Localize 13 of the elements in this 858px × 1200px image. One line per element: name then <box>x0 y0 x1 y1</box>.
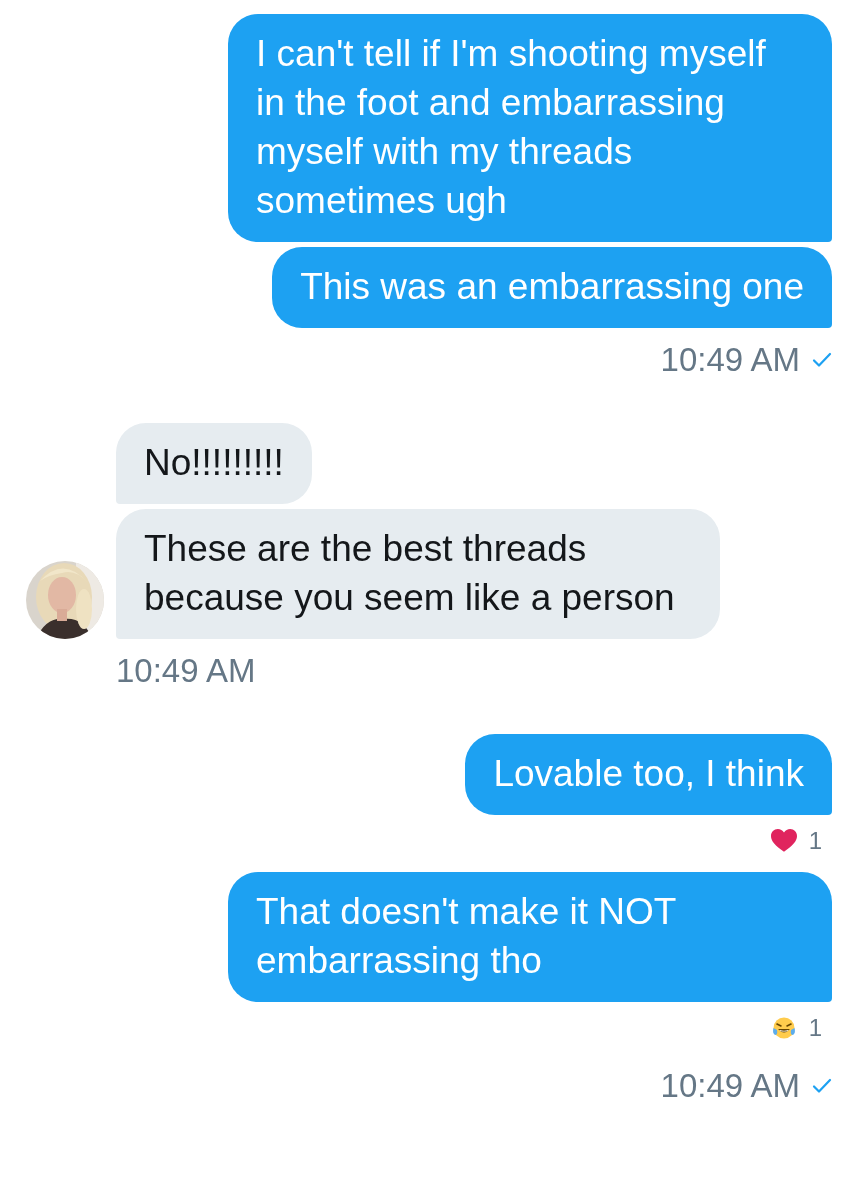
message-time: 10:49 AM <box>660 1067 800 1105</box>
message-time: 10:49 AM <box>660 341 800 379</box>
reaction-count: 1 <box>808 827 822 855</box>
message-bubble: I can't tell if I'm shooting myself in the foot and embarrassing myself with my threads sometimes ugh <box>228 14 832 242</box>
message-time: 10:49 AM <box>116 652 256 690</box>
reaction-count: 1 <box>808 1014 822 1042</box>
message-bubble: That doesn't make it NOT embarrassing tho <box>228 872 832 1002</box>
message-bubble: No!!!!!!!!! <box>116 423 312 504</box>
message-bubble: Lovable too, I think <box>465 734 832 815</box>
heart-icon <box>770 829 797 853</box>
laughing-emoji-icon <box>770 1016 797 1040</box>
message-bubble: These are the best threads because you seem like a person <box>116 509 720 639</box>
message-bubble: This was an embarrassing one <box>272 247 832 328</box>
